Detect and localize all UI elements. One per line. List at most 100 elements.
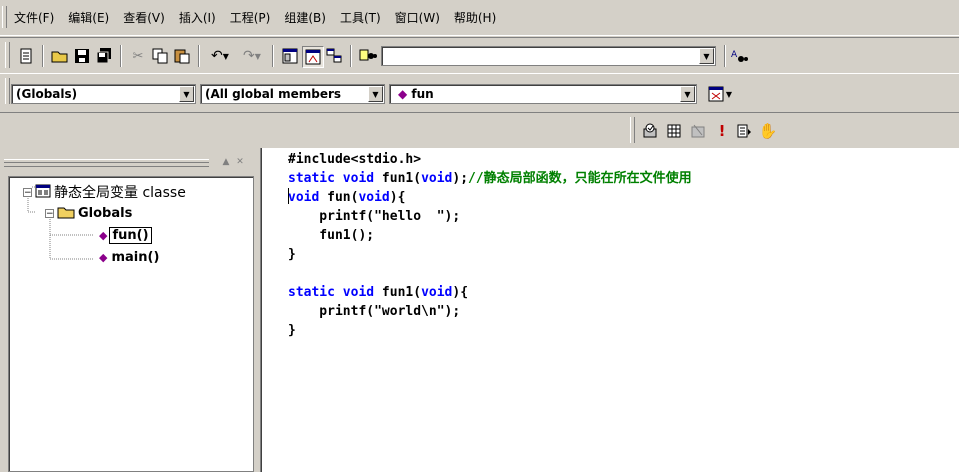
save-icon[interactable] bbox=[72, 46, 92, 66]
method-icon: ◆ bbox=[99, 251, 108, 264]
tree-root[interactable]: − 静态全局变量 classe bbox=[23, 182, 186, 202]
code-token: fun1(); bbox=[288, 228, 375, 243]
save-all-icon[interactable] bbox=[94, 46, 114, 66]
chevron-down-icon[interactable]: ▼ bbox=[680, 86, 695, 102]
stop-build-icon[interactable] bbox=[688, 121, 708, 141]
find-combo[interactable]: ▼ bbox=[381, 46, 716, 66]
wizard-action-icon[interactable]: ▼ bbox=[702, 84, 738, 104]
code-line[interactable]: static void fun1(void);//静态局部函数，只能在所在文件使… bbox=[288, 169, 692, 188]
workspace-icon[interactable] bbox=[280, 46, 300, 66]
code-keyword: static void bbox=[288, 171, 382, 186]
menu-help[interactable]: 帮助(H) bbox=[454, 9, 496, 26]
tree-folder-label: Globals bbox=[78, 206, 133, 221]
code-keyword: static void bbox=[288, 285, 382, 300]
code-line[interactable]: fun1(); bbox=[288, 226, 692, 245]
redo-icon[interactable]: ↷ ▼ bbox=[238, 46, 266, 66]
workspace-pane-header[interactable]: ▲ ✕ bbox=[4, 156, 252, 170]
menu-view[interactable]: 查看(V) bbox=[123, 9, 165, 26]
menu-window[interactable]: 窗口(W) bbox=[395, 9, 440, 26]
code-line[interactable] bbox=[288, 264, 692, 283]
dock-icon[interactable]: ▲ bbox=[220, 156, 232, 168]
chevron-down-icon[interactable]: ▼ bbox=[699, 48, 714, 64]
paste-icon[interactable] bbox=[172, 46, 192, 66]
new-file-icon[interactable] bbox=[16, 46, 36, 66]
tree-item-fun[interactable]: ◆ fun() bbox=[99, 227, 152, 244]
wizardbar-grip[interactable] bbox=[5, 78, 10, 104]
tree-item-main[interactable]: ◆ main() bbox=[99, 250, 161, 265]
buildbar-grip[interactable] bbox=[630, 117, 635, 143]
code-line[interactable]: } bbox=[288, 245, 692, 264]
collapse-icon[interactable]: − bbox=[45, 209, 54, 219]
menu-build[interactable]: 组建(B) bbox=[284, 9, 326, 26]
menu-bar: 文件(F) 编辑(E) 查看(V) 插入(I) 工程(P) 组建(B) 工具(T… bbox=[0, 0, 959, 36]
code-token: ){ bbox=[389, 190, 406, 205]
code-line[interactable]: } bbox=[288, 321, 692, 340]
class-combo[interactable]: (Globals) ▼ bbox=[11, 84, 196, 104]
code-token: ); bbox=[452, 171, 469, 186]
code-line[interactable]: void fun(void){ bbox=[288, 188, 692, 207]
find-icon[interactable]: A bbox=[730, 46, 750, 66]
menu-tools[interactable]: 工具(T) bbox=[340, 9, 381, 26]
close-icon[interactable]: ✕ bbox=[234, 156, 246, 168]
code-keyword: void bbox=[421, 285, 453, 300]
code-line[interactable]: #include<stdio.h> bbox=[288, 150, 692, 169]
filter-combo-value: (All global members bbox=[205, 87, 342, 101]
code-keyword: void bbox=[358, 190, 390, 205]
code-token: fun1( bbox=[381, 285, 422, 300]
code-comment: //静态局部函数，只能在所在文件使用 bbox=[468, 171, 692, 186]
collapse-icon[interactable]: − bbox=[23, 187, 32, 197]
member-combo-value: fun bbox=[411, 87, 434, 101]
text-caret bbox=[288, 188, 289, 204]
method-icon: ◆ bbox=[99, 229, 108, 242]
filter-combo[interactable]: (All global members ▼ bbox=[200, 84, 385, 104]
chevron-down-icon[interactable]: ▼ bbox=[368, 86, 383, 102]
menu-project[interactable]: 工程(P) bbox=[230, 9, 271, 26]
go-icon[interactable] bbox=[734, 121, 754, 141]
wizard-bar: (Globals) ▼ (All global members ▼ ◆ fun … bbox=[0, 73, 959, 111]
menu-insert[interactable]: 插入(I) bbox=[179, 9, 216, 26]
member-combo[interactable]: ◆ fun ▼ bbox=[389, 84, 697, 104]
tree-folder-globals[interactable]: − Globals bbox=[45, 205, 132, 222]
toolbar-grip[interactable] bbox=[5, 42, 10, 68]
code-token: printf("hello "); bbox=[288, 209, 461, 224]
execute-icon[interactable]: ! bbox=[712, 121, 732, 141]
code-line[interactable]: printf("world\n"); bbox=[288, 302, 692, 321]
class-view-tree: − 静态全局变量 classe − Globals ◆ fun() ◆ main… bbox=[8, 176, 254, 472]
class-combo-value: (Globals) bbox=[16, 87, 78, 101]
code-token: #include<stdio.h> bbox=[288, 152, 422, 167]
compile-icon[interactable] bbox=[640, 121, 660, 141]
code-token: printf("world\n"); bbox=[288, 304, 461, 319]
code-line[interactable]: static void fun1(void){ bbox=[288, 283, 692, 302]
chevron-down-icon[interactable]: ▼ bbox=[179, 86, 194, 102]
code-keyword: void bbox=[421, 171, 453, 186]
menu-edit[interactable]: 编辑(E) bbox=[68, 9, 109, 26]
cut-icon[interactable]: ✂ bbox=[128, 46, 148, 66]
tree-item-label: main() bbox=[111, 250, 160, 265]
code-editor[interactable]: #include<stdio.h> static void fun1(void);… bbox=[261, 148, 959, 472]
code-token: } bbox=[288, 247, 296, 262]
undo-icon[interactable]: ↶ ▼ bbox=[206, 46, 234, 66]
tree-item-label: fun() bbox=[109, 227, 152, 244]
open-icon[interactable] bbox=[50, 46, 70, 66]
code-text[interactable]: #include<stdio.h> static void fun1(void);… bbox=[288, 150, 692, 340]
find-in-files-icon[interactable] bbox=[358, 46, 378, 66]
code-token: fun1( bbox=[381, 171, 422, 186]
svg-text:A: A bbox=[731, 50, 738, 60]
menubar-grip[interactable] bbox=[2, 6, 7, 28]
window-list-icon[interactable] bbox=[324, 46, 344, 66]
code-token: } bbox=[288, 323, 296, 338]
code-keyword: void bbox=[288, 190, 320, 205]
menu-file[interactable]: 文件(F) bbox=[14, 9, 54, 26]
code-token: fun( bbox=[319, 190, 359, 205]
breakpoint-icon[interactable]: ✋ bbox=[758, 121, 778, 141]
build-bar: ! ✋ bbox=[0, 112, 959, 148]
workspace-pane: ▲ ✕ − 静态全局变量 classe − Globals ◆ fun() ◆ … bbox=[0, 148, 256, 472]
build-icon[interactable] bbox=[664, 121, 684, 141]
tree-root-label: 静态全局变量 classe bbox=[54, 185, 186, 201]
standard-toolbar: ✂ ↶ ▼ ↷ ▼ ▼ A bbox=[0, 37, 959, 72]
member-diamond-icon: ◆ bbox=[398, 87, 408, 101]
output-icon[interactable] bbox=[302, 46, 324, 68]
menu-items: 文件(F) 编辑(E) 查看(V) 插入(I) 工程(P) 组建(B) 工具(T… bbox=[14, 9, 496, 26]
code-line[interactable]: printf("hello "); bbox=[288, 207, 692, 226]
copy-icon[interactable] bbox=[150, 46, 170, 66]
